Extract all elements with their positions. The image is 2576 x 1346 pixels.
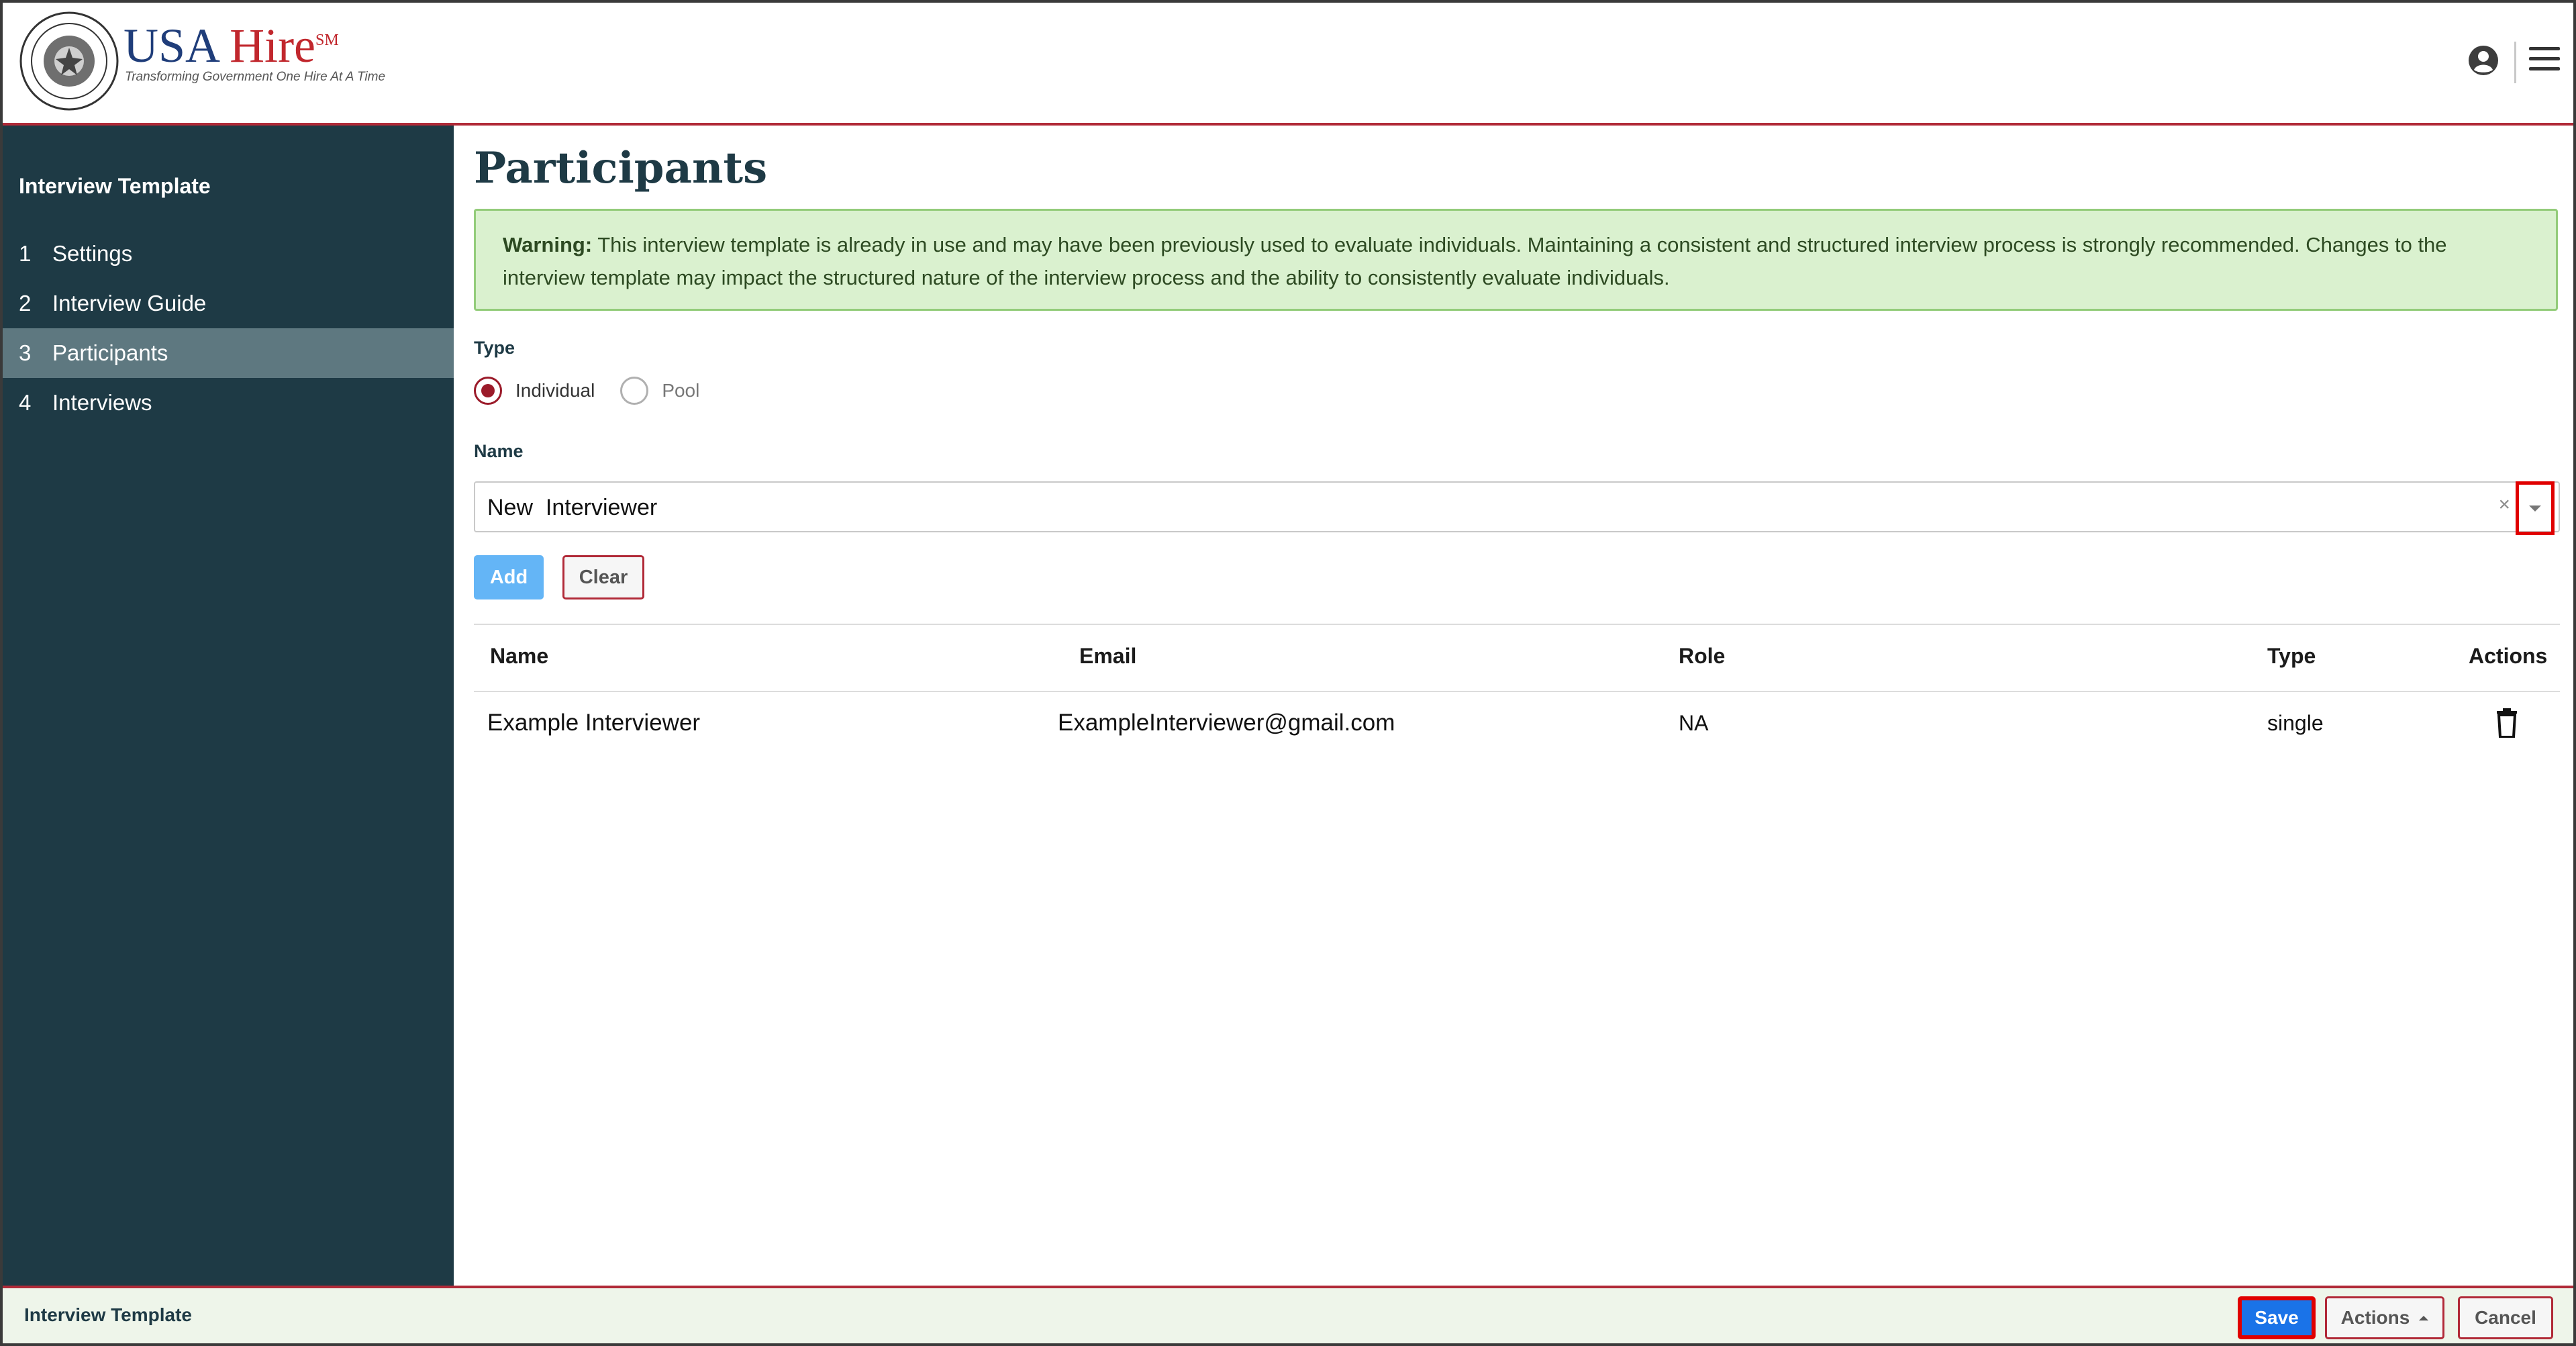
sidebar-item-label: Participants (52, 340, 168, 365)
row-role: NA (1679, 711, 1709, 735)
column-header-actions: Actions (2469, 644, 2548, 668)
name-label: Name (474, 441, 524, 461)
sidebar-item-number: 1 (19, 241, 32, 266)
cancel-button[interactable]: Cancel (2458, 1296, 2553, 1339)
sidebar-title: Interview Template (19, 174, 211, 198)
actions-dropdown-button[interactable]: Actions (2325, 1296, 2444, 1339)
name-select-value: New Interviewer (487, 495, 658, 520)
sidebar-item-participants[interactable]: 3 Participants (3, 328, 454, 378)
participants-table: Name Email Role Type Actions Example Int… (474, 624, 2560, 757)
brand-logo-text[interactable]: USA HireSM (123, 21, 339, 70)
brand-tagline: Transforming Government One Hire At A Ti… (125, 70, 386, 84)
sidebar-item-interview-guide[interactable]: 2 Interview Guide (3, 279, 454, 328)
sidebar: Interview Template 1 Settings 2 Intervie… (3, 126, 454, 1286)
column-header-name: Name (490, 644, 549, 668)
footer-title: Interview Template (24, 1304, 193, 1325)
sidebar-item-number: 4 (19, 390, 32, 415)
hamburger-menu-icon[interactable] (2529, 47, 2560, 74)
add-button[interactable]: Add (474, 555, 544, 599)
table-row: Example Interviewer ExampleInterviewer@g… (474, 692, 2560, 757)
type-radio-group: Individual Pool (474, 377, 725, 405)
user-circle-icon[interactable] (2467, 44, 2499, 77)
sidebar-item-label: Interviews (52, 390, 152, 415)
brand-sm: SM (315, 32, 339, 49)
radio-pool[interactable] (620, 377, 649, 405)
column-header-type: Type (2267, 644, 2316, 668)
radio-pool-label[interactable]: Pool (662, 380, 699, 401)
actions-label: Actions (2340, 1307, 2410, 1328)
opm-seal-logo (19, 11, 119, 111)
radio-individual[interactable] (474, 377, 502, 405)
chevron-down-icon (2529, 505, 2541, 512)
type-label: Type (474, 338, 515, 358)
row-name: Example Interviewer (487, 710, 701, 736)
warning-label: Warning: (503, 233, 593, 256)
trash-icon[interactable] (2495, 708, 2518, 738)
radio-individual-label[interactable]: Individual (515, 380, 595, 401)
top-header: USA HireSM Transforming Government One H… (3, 3, 2573, 126)
sidebar-item-label: Interview Guide (52, 291, 207, 316)
page-title: Participants (474, 143, 768, 193)
warning-banner: Warning: This interview template is alre… (474, 209, 2558, 311)
footer-bar: Interview Template Save Actions Cancel (3, 1286, 2573, 1343)
sidebar-item-settings[interactable]: 1 Settings (3, 229, 454, 279)
sidebar-item-label: Settings (52, 241, 133, 266)
caret-up-icon (2419, 1315, 2429, 1320)
table-header: Name Email Role Type Actions (474, 625, 2560, 692)
column-header-role: Role (1679, 644, 1726, 668)
dropdown-toggle-button[interactable] (2516, 481, 2555, 535)
save-button[interactable]: Save (2238, 1296, 2316, 1339)
clear-button[interactable]: Clear (562, 555, 644, 599)
header-divider (2514, 42, 2516, 83)
row-type: single (2267, 711, 2324, 735)
sidebar-item-number: 3 (19, 340, 32, 365)
sidebar-item-number: 2 (19, 291, 32, 316)
name-select-field[interactable]: New Interviewer × (474, 481, 2560, 535)
brand-usa: USA (123, 19, 218, 73)
warning-text: This interview template is already in us… (503, 233, 2447, 289)
main-content: Participants Warning: This interview tem… (454, 126, 2573, 1286)
row-email: ExampleInterviewer@gmail.com (1058, 710, 1395, 736)
brand-hire: Hire (230, 19, 315, 73)
sidebar-item-interviews[interactable]: 4 Interviews (3, 378, 454, 428)
column-header-email: Email (1079, 644, 1137, 668)
clear-x-icon[interactable]: × (2498, 493, 2510, 516)
